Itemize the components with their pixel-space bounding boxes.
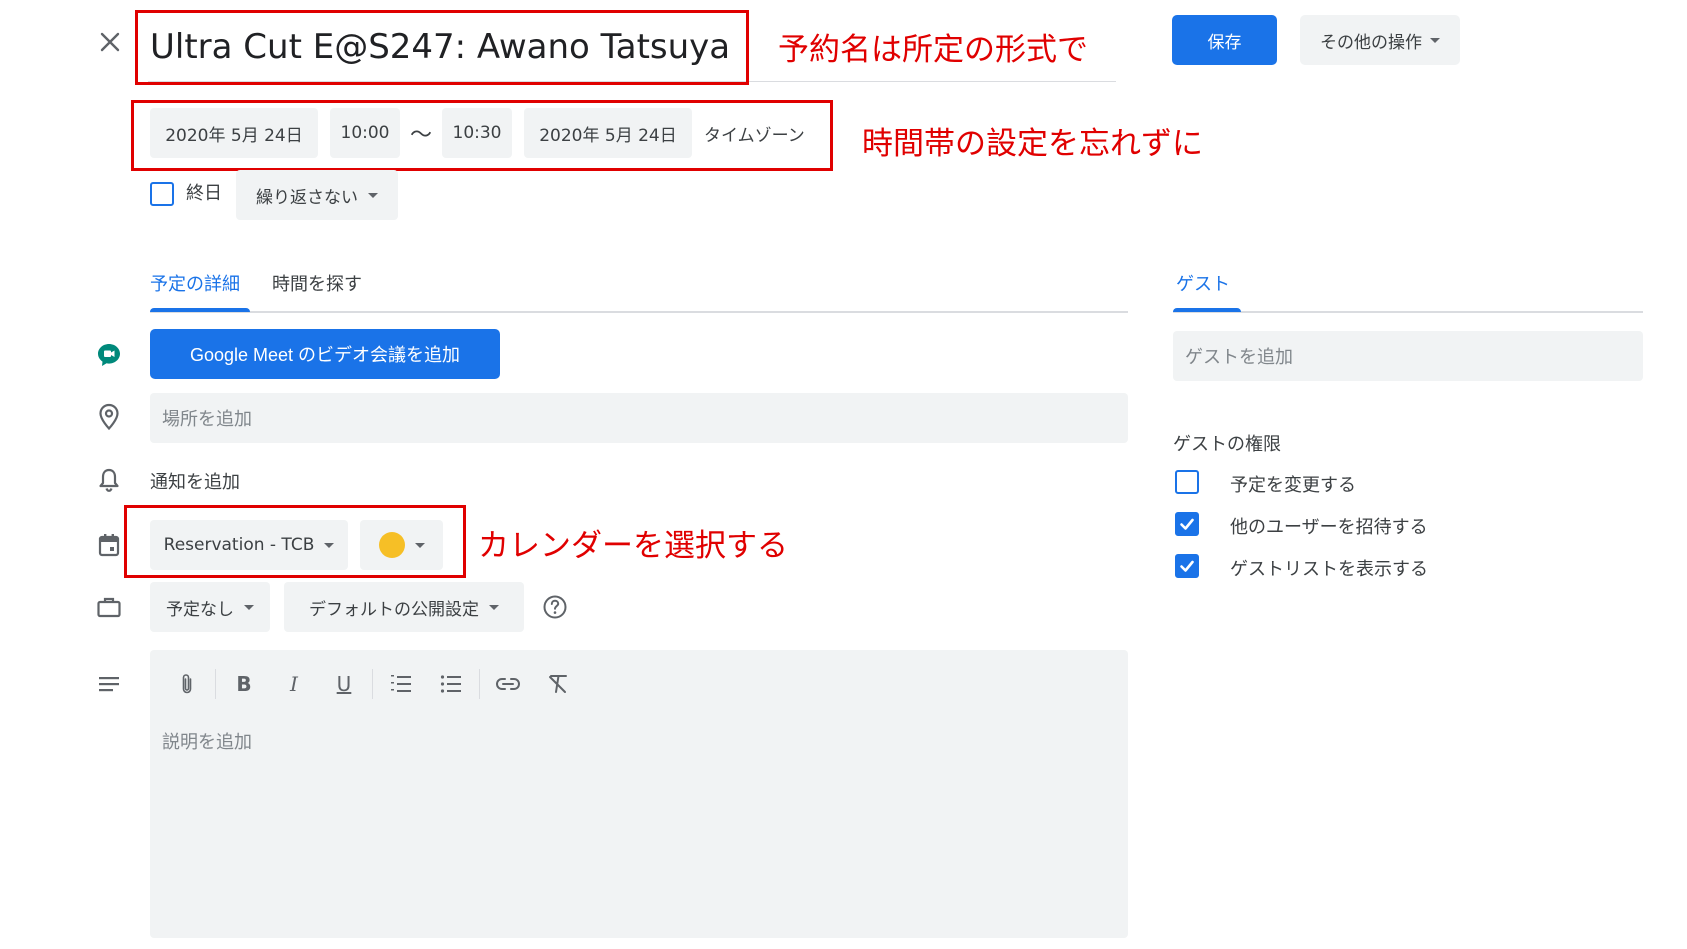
- close-icon: [100, 32, 120, 52]
- time-separator: 〜: [409, 123, 432, 148]
- calendar-dropdown[interactable]: Reservation - TCB: [150, 520, 348, 570]
- event-color-swatch: [378, 532, 405, 558]
- all-day-checkbox[interactable]: [150, 182, 174, 206]
- numbered-list-icon[interactable]: [376, 664, 426, 704]
- close-button[interactable]: [92, 24, 128, 60]
- toolbar-separator: [479, 669, 480, 699]
- tab-guests[interactable]: ゲスト: [1176, 270, 1230, 296]
- chevron-down-icon: [244, 604, 254, 610]
- repeat-dropdown[interactable]: 繰り返さない: [236, 170, 398, 220]
- timezone-button[interactable]: タイムゾーン: [704, 108, 826, 158]
- location-pin-icon: [94, 402, 124, 432]
- permission-invite-others-checkbox[interactable]: [1175, 512, 1199, 536]
- title-annotation-note: 予約名は所定の形式で: [778, 32, 1088, 68]
- availability-label: 予定なし: [166, 599, 234, 620]
- visibility-dropdown[interactable]: デフォルトの公開設定: [284, 582, 524, 632]
- permission-see-guest-list-label: ゲストリストを表示する: [1230, 559, 1428, 580]
- time-annotation-note: 時間帯の設定を忘れずに: [862, 126, 1203, 162]
- all-day-label: 終日: [186, 183, 222, 204]
- link-icon[interactable]: [483, 664, 533, 704]
- more-actions-label: その他の操作: [1320, 32, 1422, 53]
- bulleted-list-icon[interactable]: [426, 664, 476, 704]
- chevron-down-icon: [489, 604, 499, 610]
- calendar-label: Reservation - TCB: [163, 535, 315, 555]
- bold-icon[interactable]: B: [219, 664, 269, 704]
- description-placeholder: 説明を追加: [162, 732, 252, 753]
- repeat-label: 繰り返さない: [256, 187, 358, 208]
- description-toolbar: B I U: [162, 664, 583, 704]
- permission-modify-event-checkbox[interactable]: [1175, 470, 1199, 494]
- chevron-down-icon: [1430, 37, 1440, 43]
- save-button[interactable]: 保存: [1172, 15, 1277, 65]
- chevron-down-icon: [368, 192, 378, 198]
- checkmark-icon: [1180, 518, 1194, 530]
- more-actions-button[interactable]: その他の操作: [1300, 15, 1460, 65]
- calendar-icon: [94, 530, 124, 560]
- start-date-chip[interactable]: 2020年 5月 24日: [150, 108, 318, 158]
- help-icon[interactable]: [540, 592, 570, 622]
- add-google-meet-button[interactable]: Google Meet のビデオ会議を追加: [150, 329, 500, 379]
- guests-tab-indicator: [1173, 308, 1241, 312]
- bell-icon: [94, 465, 124, 495]
- permission-see-guest-list-checkbox[interactable]: [1175, 554, 1199, 578]
- event-color-dropdown[interactable]: [360, 520, 443, 570]
- underline-icon[interactable]: U: [319, 664, 369, 704]
- toolbar-separator: [372, 669, 373, 699]
- tab-event-details[interactable]: 予定の詳細: [150, 270, 240, 296]
- end-time-chip[interactable]: 10:30: [442, 108, 512, 158]
- end-date-chip[interactable]: 2020年 5月 24日: [524, 108, 692, 158]
- guest-permissions-title: ゲストの権限: [1173, 434, 1281, 455]
- toolbar-separator: [215, 669, 216, 699]
- google-meet-icon: [94, 340, 124, 370]
- start-time-chip[interactable]: 10:00: [330, 108, 400, 158]
- tab-divider: [150, 311, 1128, 313]
- add-notification-link[interactable]: 通知を追加: [150, 468, 240, 494]
- attachment-icon[interactable]: [162, 664, 212, 704]
- location-input[interactable]: 場所を追加: [150, 393, 1128, 443]
- tab-find-time[interactable]: 時間を探す: [272, 270, 362, 296]
- add-guests-input[interactable]: ゲストを追加: [1173, 331, 1643, 381]
- visibility-label: デフォルトの公開設定: [309, 599, 479, 620]
- description-editor[interactable]: B I U 説明を追加: [150, 650, 1128, 938]
- permission-invite-others-label: 他のユーザーを招待する: [1230, 517, 1428, 538]
- description-lines-icon: [94, 669, 124, 699]
- availability-dropdown[interactable]: 予定なし: [150, 582, 270, 632]
- italic-icon[interactable]: I: [269, 664, 319, 704]
- tab-indicator: [150, 308, 250, 312]
- checkmark-icon: [1180, 560, 1194, 572]
- clear-formatting-icon[interactable]: [533, 664, 583, 704]
- guests-tab-divider: [1173, 311, 1643, 313]
- permission-modify-event-label: 予定を変更する: [1230, 475, 1356, 496]
- chevron-down-icon: [324, 542, 335, 548]
- calendar-annotation-note: カレンダーを選択する: [478, 528, 788, 564]
- briefcase-icon: [94, 592, 124, 622]
- chevron-down-icon: [414, 542, 425, 548]
